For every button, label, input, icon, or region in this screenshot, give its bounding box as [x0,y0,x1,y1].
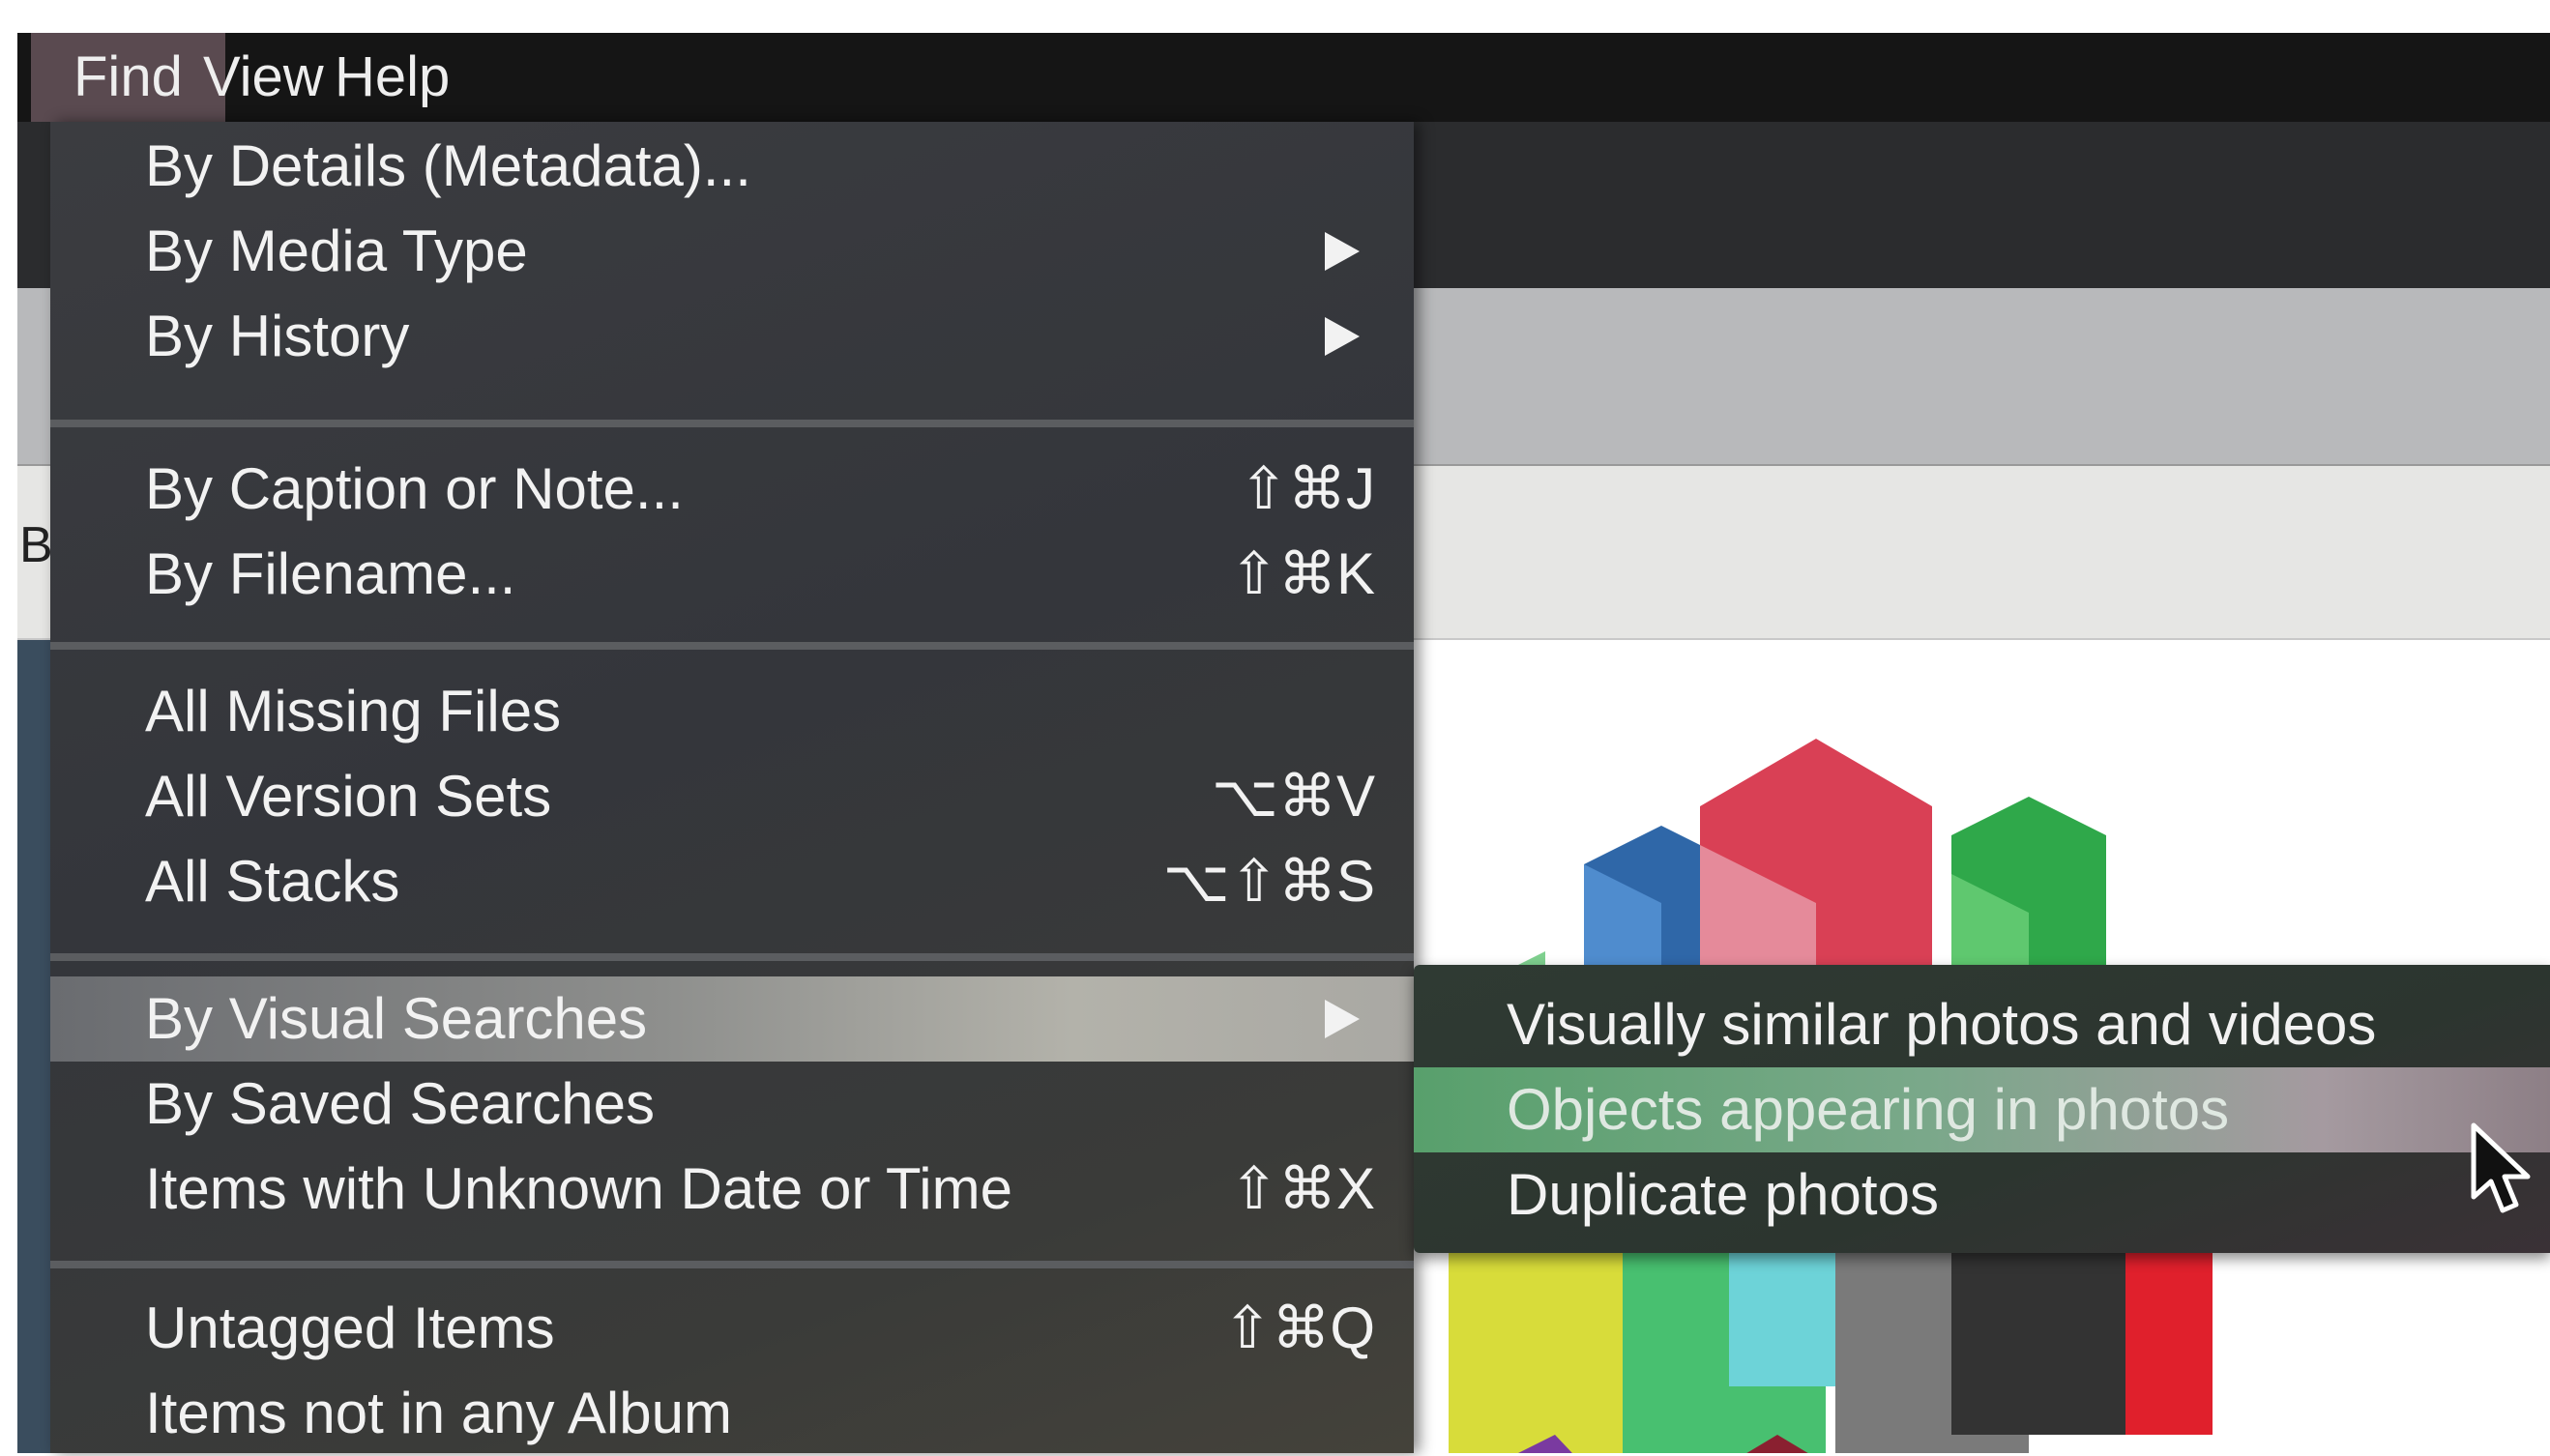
menu-item-label: Items not in any Album [145,1381,732,1445]
menu-item-by-caption[interactable]: By Caption or Note... ⇧⌘J [50,447,1414,532]
submenu-item-label: Visually similar photos and videos [1507,992,2377,1057]
thumbnail-edge [17,640,50,1453]
triangle-right-icon [1325,317,1360,356]
submenu-item-label: Duplicate photos [1507,1162,1939,1227]
submenu-item-objects[interactable]: Objects appearing in photos [1414,1067,2550,1152]
menu-item-shortcut: ⌥⌘V [1211,764,1375,829]
menu-item-shortcut: ⇧⌘K [1229,541,1375,606]
menu-item-shortcut: ⇧⌘X [1229,1156,1375,1221]
triangle-right-icon [1325,232,1360,271]
menu-item-by-visual-searches[interactable]: By Visual Searches [50,976,1414,1062]
find-menu: By Details (Metadata)... By Media Type B… [50,122,1414,1453]
menubar: Find View Help [17,33,2550,122]
menu-item-not-in-album[interactable]: Items not in any Album [50,1371,1414,1456]
partial-label: B [19,517,53,573]
menu-item-label: By Caption or Note... [145,456,684,521]
menu-separator [50,642,1414,650]
menu-item-label: Items with Unknown Date or Time [145,1156,1012,1221]
menu-item-label: By Saved Searches [145,1071,655,1136]
menu-item-label: By History [145,304,410,368]
mouse-pointer-icon [2471,1122,2531,1213]
menu-item-all-version-sets[interactable]: All Version Sets ⌥⌘V [50,754,1414,839]
menu-separator [50,1261,1414,1268]
menu-separator [50,953,1414,961]
menu-item-shortcut: ⇧⌘Q [1223,1296,1375,1360]
menu-item-label: All Missing Files [145,679,562,743]
menu-item-by-history[interactable]: By History [50,294,1414,379]
submenu-item-duplicate-photos[interactable]: Duplicate photos [1414,1152,2550,1238]
menu-item-label: By Filename... [145,541,516,606]
menu-item-by-media-type[interactable]: By Media Type [50,209,1414,294]
menu-item-label: Untagged Items [145,1296,555,1360]
menu-item-label: By Details (Metadata)... [145,133,751,198]
menu-item-shortcut: ⌥⇧⌘S [1162,849,1375,914]
visual-searches-submenu: Visually similar photos and videos Objec… [1414,965,2550,1253]
menu-item-unknown-date[interactable]: Items with Unknown Date or Time ⇧⌘X [50,1147,1414,1232]
menu-item-by-filename[interactable]: By Filename... ⇧⌘K [50,532,1414,617]
menu-item-shortcut: ⇧⌘J [1239,456,1375,521]
triangle-right-icon [1325,1000,1360,1038]
menu-item-by-saved-searches[interactable]: By Saved Searches [50,1062,1414,1147]
menubar-item-help[interactable]: Help [292,33,492,122]
menu-item-all-stacks[interactable]: All Stacks ⌥⇧⌘S [50,839,1414,924]
menu-item-label: All Stacks [145,849,400,914]
menu-item-label: All Version Sets [145,764,552,829]
menu-item-label: By Media Type [145,218,528,283]
menu-item-all-missing-files[interactable]: All Missing Files [50,669,1414,754]
menu-item-by-details[interactable]: By Details (Metadata)... [50,124,1414,209]
menu-item-untagged-items[interactable]: Untagged Items ⇧⌘Q [50,1286,1414,1371]
submenu-item-visually-similar[interactable]: Visually similar photos and videos [1414,982,2550,1067]
menu-item-label: By Visual Searches [145,986,648,1051]
submenu-item-label: Objects appearing in photos [1507,1077,2230,1142]
menu-separator [50,420,1414,427]
